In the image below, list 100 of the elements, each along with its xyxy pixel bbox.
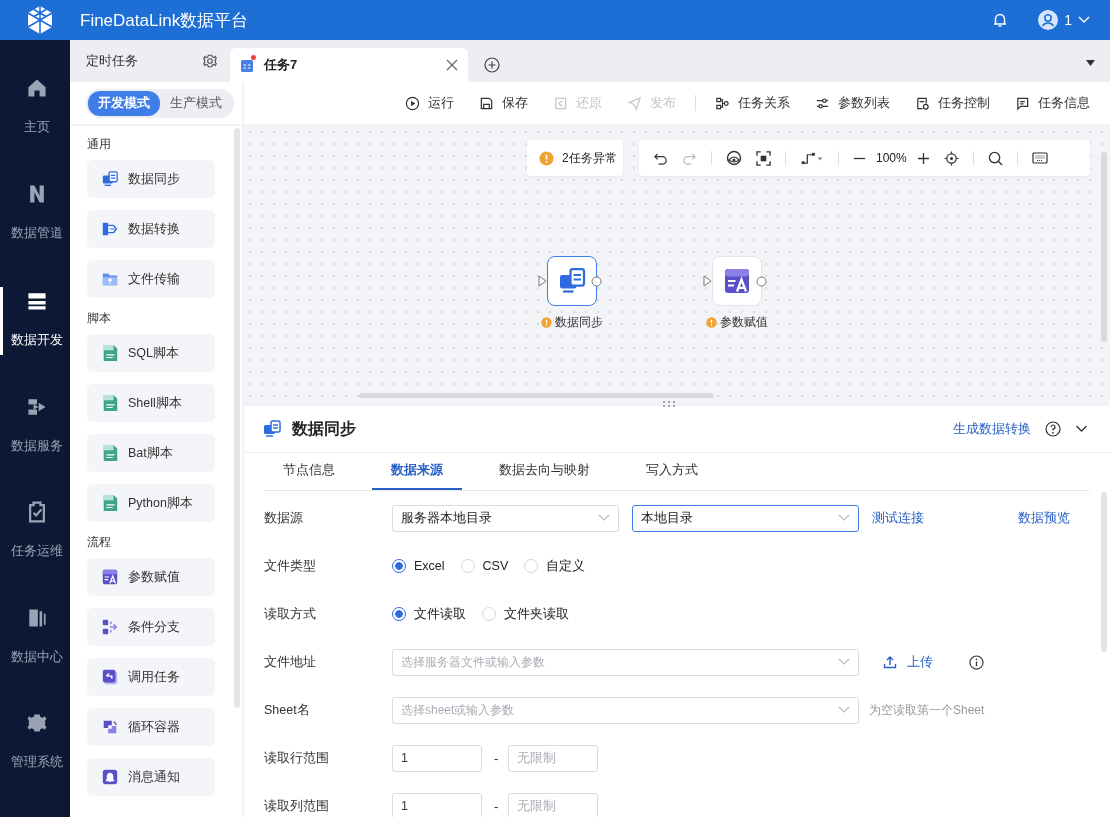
radio-option[interactable]: 自定义 (524, 557, 586, 575)
flow-node[interactable] (547, 256, 597, 306)
nav-item[interactable]: 数据服务 (0, 394, 70, 501)
component-item[interactable]: 条件分支 (87, 608, 215, 646)
mode-option[interactable]: 开发模式 (88, 90, 160, 116)
radio-option[interactable]: 文件读取 (392, 605, 466, 623)
zoom-in-icon[interactable] (916, 151, 930, 165)
connector-style-icon[interactable] (800, 150, 824, 166)
user-menu[interactable]: 1 (1038, 10, 1090, 30)
close-icon[interactable] (446, 59, 458, 71)
toolbar-button[interactable]: 任务关系 (715, 94, 790, 112)
component-item[interactable]: Python脚本 (87, 484, 215, 522)
warning-chip[interactable]: 2任务异常 (527, 140, 623, 176)
panel-tab[interactable]: 写入方式 (627, 453, 717, 490)
add-tab-icon[interactable] (484, 57, 500, 73)
info-icon[interactable] (969, 654, 984, 670)
node-label: 数据同步 (555, 314, 603, 331)
sync-icon (262, 419, 282, 439)
generate-link[interactable]: 生成数据转换 (953, 420, 1031, 438)
toolbar-button[interactable]: 任务信息 (1015, 94, 1090, 112)
item-label: SQL脚本 (128, 344, 179, 362)
nav-item[interactable]: 数据中心 (0, 605, 70, 712)
search-icon[interactable] (987, 150, 1003, 166)
select-field[interactable]: 服务器本地目录 (392, 504, 619, 532)
radio-option[interactable]: 文件夹读取 (482, 605, 569, 623)
item-label: 调用任务 (128, 668, 180, 686)
select-value: 服务器本地目录 (401, 509, 492, 527)
parameter-icon (101, 568, 119, 586)
script-file-icon (101, 344, 119, 362)
field-label: Sheet名 (264, 701, 311, 719)
warning-text: 2任务异常 (562, 149, 617, 167)
toolbar-button[interactable]: 运行 (405, 94, 454, 112)
item-label: 消息通知 (128, 768, 180, 786)
option-label: 文件读取 (414, 605, 466, 623)
toolbar-button[interactable]: 保存 (479, 94, 528, 112)
test-connection-link[interactable]: 测试连接 (872, 509, 924, 527)
component-item[interactable]: 数据转换 (87, 210, 215, 248)
sliders-icon (815, 95, 830, 111)
input-field[interactable]: 无限制 (508, 792, 599, 817)
radio-button[interactable] (392, 559, 406, 573)
panel-tab[interactable]: 节点信息 (264, 453, 354, 490)
output-port-icon[interactable] (591, 276, 602, 287)
save-icon (479, 95, 494, 111)
component-item[interactable]: 参数赋值 (87, 558, 215, 596)
option-label: 自定义 (546, 557, 586, 575)
component-item[interactable]: Bat脚本 (87, 434, 215, 472)
input-field[interactable]: 无限制 (508, 744, 599, 772)
scrollbar[interactable] (1101, 152, 1107, 342)
component-item[interactable]: 数据同步 (87, 160, 215, 198)
scrollbar[interactable] (359, 393, 714, 398)
nav-item[interactable]: 任务运维 (0, 500, 70, 606)
component-item[interactable]: 文件传输 (87, 260, 215, 298)
item-label: 数据同步 (128, 170, 180, 188)
nav-item[interactable]: 管理系统 (0, 711, 70, 817)
item-label: 循环容器 (128, 718, 180, 736)
toolbar-button[interactable]: 任务控制 (915, 94, 990, 112)
chevron-down-icon (838, 658, 850, 666)
radio-option[interactable]: Excel (392, 559, 445, 573)
component-item[interactable]: Shell脚本 (87, 384, 215, 422)
mode-option[interactable]: 生产模式 (160, 90, 232, 116)
locate-icon[interactable] (943, 150, 959, 166)
panel-tab[interactable]: 数据来源 (372, 453, 462, 490)
keyboard-icon[interactable] (1031, 152, 1048, 164)
preview-link[interactable]: 数据预览 (1018, 509, 1070, 527)
component-item[interactable]: 调用任务 (87, 658, 215, 696)
nav-item[interactable]: 数据管道 (0, 181, 70, 288)
caret-icon[interactable] (1086, 60, 1095, 66)
item-label: 条件分支 (128, 618, 180, 636)
nav-item[interactable]: 主页 (0, 76, 70, 182)
component-item[interactable]: SQL脚本 (87, 334, 215, 372)
script-file-icon (101, 444, 119, 462)
scrollbar[interactable] (234, 128, 240, 708)
loop-icon (101, 718, 119, 736)
app-title: FineDataLink数据平台 (80, 9, 249, 32)
component-item[interactable]: 循环容器 (87, 708, 215, 746)
branch-icon (101, 618, 119, 636)
scrollbar[interactable] (1101, 492, 1107, 652)
task-tab[interactable]: 任务7 (230, 48, 468, 82)
panel-tab[interactable]: 数据去向与映射 (480, 453, 609, 490)
field-label: 读取列范围 (264, 797, 330, 815)
component-item[interactable]: 消息通知 (87, 758, 215, 796)
radio-option[interactable]: CSV (460, 559, 509, 573)
avatar-icon (1038, 10, 1059, 30)
upload-button[interactable]: 上传 (883, 653, 933, 671)
eye-icon[interactable] (726, 150, 742, 166)
call-task-icon (101, 668, 119, 686)
drag-handle-icon[interactable] (662, 400, 676, 408)
radio-button[interactable] (392, 607, 406, 621)
collapse-icon[interactable] (1075, 425, 1088, 433)
toolbar-button[interactable]: 参数列表 (815, 94, 890, 112)
output-port-icon[interactable] (756, 276, 767, 287)
select-field[interactable]: 本地目录 (632, 504, 859, 532)
scheduled-tasks-tab[interactable]: 定时任务 (70, 40, 230, 82)
input-field[interactable]: 1 (392, 744, 482, 772)
settings-icon[interactable] (202, 53, 218, 69)
help-icon[interactable] (1045, 421, 1061, 437)
input-field[interactable]: 1 (392, 792, 482, 817)
restore-icon (553, 95, 568, 111)
bell-icon[interactable] (992, 12, 1009, 28)
fit-screen-icon[interactable] (756, 150, 771, 166)
